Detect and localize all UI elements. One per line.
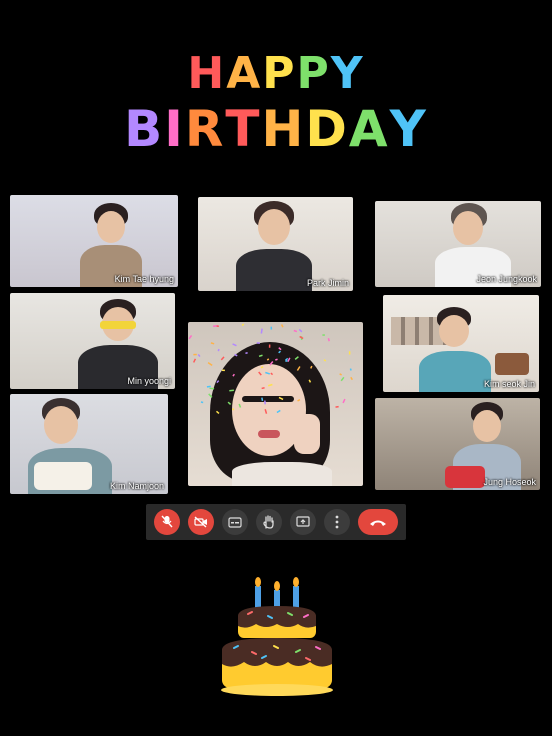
video-tile-kim-tae-hyung[interactable]: Kim Tae hyung — [10, 195, 178, 287]
participant-video — [228, 201, 318, 291]
mic-off-icon[interactable] — [154, 509, 180, 535]
end-call-icon[interactable] — [358, 509, 398, 535]
banner-letter: H — [187, 48, 227, 99]
video-tile-min-yoongi[interactable]: Min yoongi — [10, 293, 175, 389]
participant-name: Min yoongi — [127, 376, 171, 386]
confetti-overlay — [188, 323, 353, 415]
banner-letter: Y — [389, 100, 428, 158]
participant-name: Kim Tae hyung — [114, 274, 174, 284]
banner-letter: Y — [330, 48, 365, 99]
banner-letter: H — [261, 100, 306, 158]
participant-name: Jung Hoseok — [483, 477, 536, 487]
present-screen-icon[interactable] — [290, 509, 316, 535]
video-tile-featured[interactable] — [188, 322, 363, 486]
banner-letter: I — [164, 100, 185, 158]
banner-letter: A — [226, 48, 263, 99]
more-options-icon[interactable] — [324, 509, 350, 535]
birthday-cake-icon — [221, 577, 333, 696]
participant-name: Park Jimin — [306, 278, 349, 288]
video-tile-jeon-jungkook[interactable]: Jeon Jungkook — [375, 201, 541, 287]
banner-line-1: HAPPY — [0, 48, 552, 99]
participant-name: Kim seok Jin — [483, 379, 535, 389]
meeting-controls-toolbar — [146, 504, 406, 540]
banner-letter: R — [184, 100, 226, 158]
video-tile-kim-namjoon[interactable]: Kim Namjoon — [10, 394, 168, 494]
raise-hand-icon[interactable] — [256, 509, 282, 535]
participant-name: Kim Namjoon — [109, 481, 164, 491]
video-tile-park-jimin[interactable]: Park Jimin — [198, 197, 353, 291]
participant-name: Jeon Jungkook — [476, 274, 537, 284]
video-tile-jung-hoseok[interactable]: Jung Hoseok — [375, 398, 540, 490]
banner-line-2: BIRTHDAY — [0, 100, 552, 158]
captions-icon[interactable] — [222, 509, 248, 535]
banner-letter: A — [348, 100, 390, 158]
camera-off-icon[interactable] — [188, 509, 214, 535]
banner-letter: P — [296, 48, 331, 99]
banner-letter: T — [225, 100, 262, 158]
video-tile-kim-seok-jin[interactable]: Kim seok Jin — [383, 295, 539, 392]
banner-letter: B — [124, 100, 165, 158]
banner-letter: P — [262, 48, 297, 99]
banner-letter: D — [305, 100, 349, 158]
